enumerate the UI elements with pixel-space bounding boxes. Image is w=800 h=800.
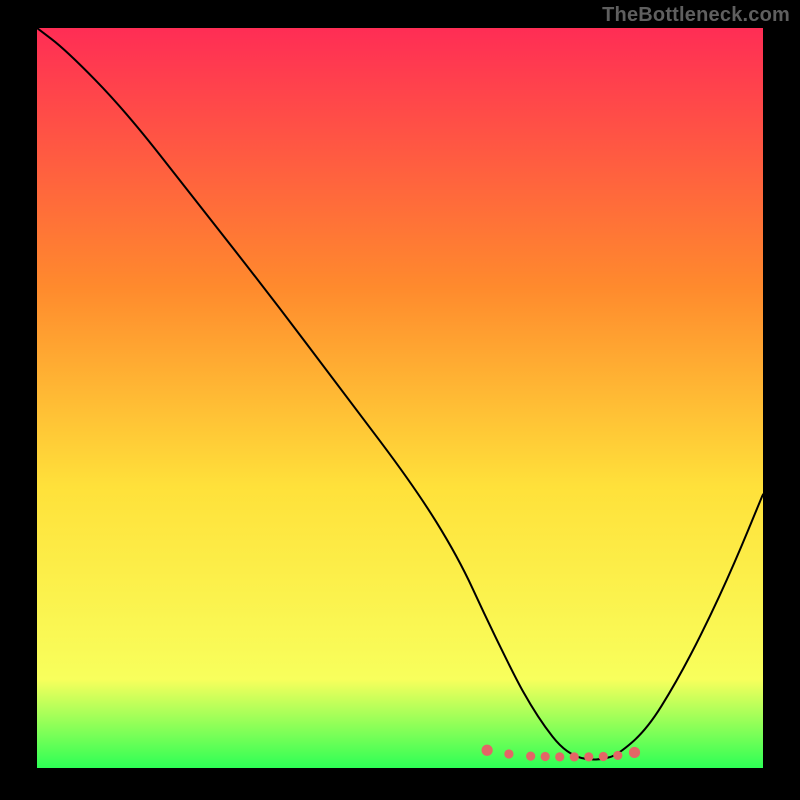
marker-dot	[541, 752, 550, 761]
marker-dot	[629, 747, 640, 758]
marker-dot	[584, 752, 593, 761]
watermark-text: TheBottleneck.com	[602, 4, 790, 27]
bottleneck-plot	[37, 28, 763, 768]
marker-dot	[482, 745, 493, 756]
marker-dot	[613, 751, 622, 760]
marker-dot	[599, 752, 608, 761]
marker-dot	[570, 752, 579, 761]
marker-dot	[504, 749, 513, 758]
chart-frame: TheBottleneck.com	[0, 0, 800, 800]
marker-dot	[555, 752, 564, 761]
marker-dot	[526, 752, 535, 761]
